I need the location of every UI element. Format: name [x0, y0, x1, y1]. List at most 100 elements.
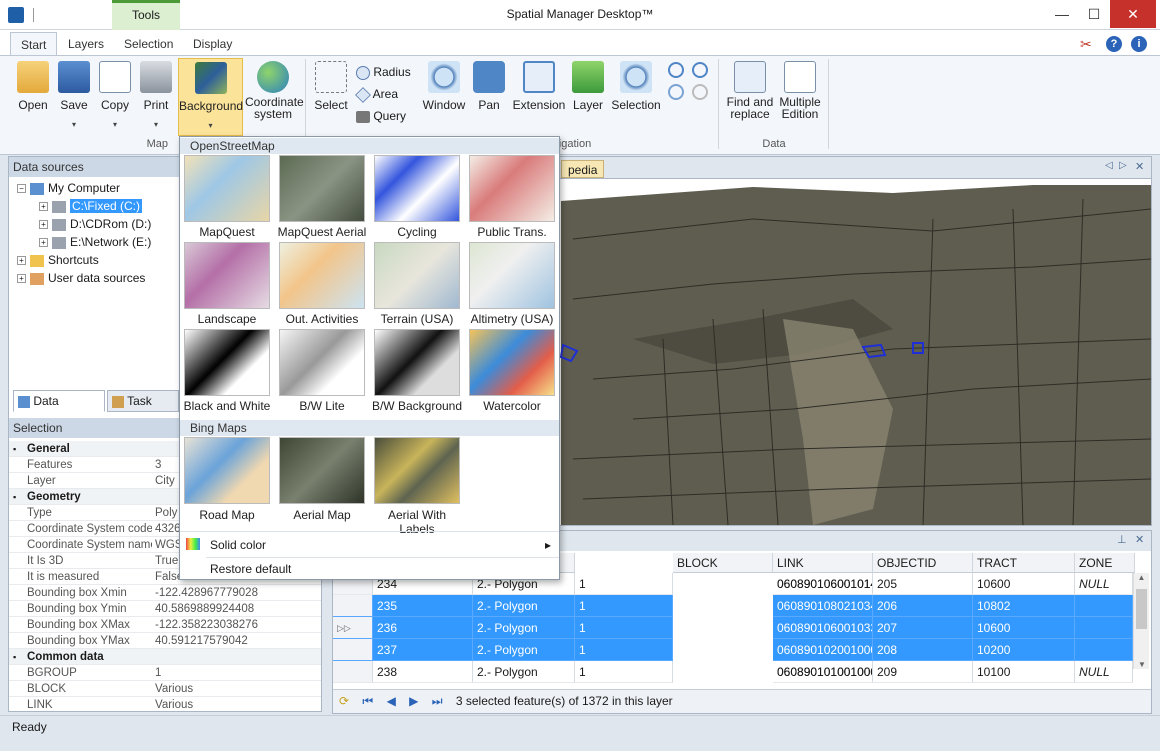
background-option-thumbnail[interactable] [374, 329, 460, 396]
background-option-thumbnail[interactable] [374, 437, 460, 504]
background-option-thumbnail[interactable] [469, 155, 555, 222]
background-option-thumbnail[interactable] [469, 242, 555, 309]
background-option-thumbnail[interactable] [374, 155, 460, 222]
table-row[interactable]: 2352.- Polygon10608901080210342061080206… [333, 595, 1133, 617]
expand-icon[interactable]: + [17, 256, 26, 266]
background-option-thumbnail[interactable] [184, 329, 270, 396]
background-option-thumbnail[interactable] [279, 242, 365, 309]
window-zoom-button[interactable]: Window [422, 61, 466, 112]
background-option-thumbnail[interactable] [279, 437, 365, 504]
find-replace-button[interactable]: Find and replace [724, 61, 776, 120]
vertical-scrollbar[interactable]: ▲ ▼ [1133, 573, 1149, 669]
table-cell: 2.- Polygon [473, 595, 575, 617]
expand-icon[interactable]: + [39, 220, 48, 230]
help-icon[interactable]: ? [1106, 36, 1122, 52]
zoom-in-icon[interactable] [668, 62, 684, 78]
open-button[interactable]: Open [14, 61, 52, 112]
background-label: Background [179, 99, 244, 113]
tree-user-data-sources[interactable]: + User data sources [17, 269, 145, 287]
tab-display[interactable]: Display [183, 32, 242, 56]
tab-scroll-left-icon[interactable]: ◁ [1105, 160, 1113, 171]
collapse-icon[interactable]: − [17, 184, 26, 194]
collapse-icon[interactable]: ▪ [13, 441, 16, 457]
tree-e-drive[interactable]: + E:\Network (E:) [39, 233, 151, 251]
table-cell: 238 [373, 661, 473, 683]
maximize-button[interactable]: ☐ [1078, 0, 1110, 28]
property-row[interactable]: LINK Various [9, 697, 321, 711]
scroll-up-icon[interactable]: ▲ [1134, 573, 1149, 587]
query-button[interactable]: Query [356, 107, 416, 125]
solid-color-item[interactable]: Solid color ▸ [180, 533, 559, 557]
tab-task-manager[interactable]: Task mana [107, 390, 179, 428]
radius-button[interactable]: Radius [356, 63, 416, 81]
property-row[interactable]: BLOCK Various [9, 681, 321, 697]
multiple-edition-button[interactable]: Multiple Edition [778, 61, 822, 120]
expand-icon[interactable]: + [39, 238, 48, 248]
tree-my-computer[interactable]: − My Computer [17, 179, 120, 197]
pan-button[interactable]: Pan [470, 61, 508, 112]
refresh-icon[interactable]: ⟳ [339, 690, 349, 712]
minimize-button[interactable]: — [1046, 0, 1078, 28]
tab-layers[interactable]: Layers [58, 32, 114, 56]
close-button[interactable]: ✕ [1110, 0, 1156, 28]
table-row[interactable]: 2372.- Polygon10608901020010002081020006… [333, 639, 1133, 661]
column-header[interactable]: TRACT [973, 553, 1075, 573]
collapse-icon[interactable]: ▪ [13, 489, 16, 505]
print-button[interactable]: Print ▾ [138, 61, 174, 129]
first-record-icon[interactable]: ⏮ [362, 690, 373, 712]
extension-button[interactable]: Extension [512, 61, 566, 112]
background-option-thumbnail[interactable] [279, 329, 365, 396]
background-option-thumbnail[interactable] [184, 242, 270, 309]
column-header[interactable]: BLOCK [673, 553, 773, 573]
expand-icon[interactable]: + [39, 202, 48, 212]
property-row[interactable]: Bounding box YMax 40.591217579042 [9, 633, 321, 649]
column-header[interactable]: LINK [773, 553, 873, 573]
column-header[interactable]: ZONE [1075, 553, 1135, 573]
property-row[interactable]: BGROUP 1 [9, 665, 321, 681]
zoom-next-icon[interactable] [692, 84, 708, 100]
property-row[interactable]: Bounding box Ymin 40.5869889924408 [9, 601, 321, 617]
selection-zoom-button[interactable]: Selection [610, 61, 662, 112]
expand-icon[interactable]: + [17, 274, 26, 284]
property-row[interactable]: Bounding box XMax -122.358223038276 [9, 617, 321, 633]
tree-c-drive[interactable]: + C:\Fixed (C:) [39, 197, 143, 215]
layer-zoom-button[interactable]: Layer [570, 61, 606, 112]
column-header[interactable]: OBJECTID [873, 553, 973, 573]
table-cell: NULL [1075, 661, 1133, 683]
scroll-thumb[interactable] [1136, 589, 1147, 629]
tab-data-sources[interactable]: Data sources [13, 390, 105, 428]
table-row[interactable]: 238 2.- Polygon 1 060890101001000 209 10100 NU… [333, 661, 1133, 683]
save-button[interactable]: Save ▾ [56, 61, 92, 129]
table-row[interactable]: ▷▷2362.- Polygon1 06089010600103320710600… [333, 617, 1133, 639]
info-icon[interactable]: i [1131, 36, 1147, 52]
tools-icon[interactable]: ✂ [1080, 36, 1098, 52]
tree-shortcuts[interactable]: + Shortcuts [17, 251, 99, 269]
previous-record-icon[interactable]: ◀ [387, 690, 396, 712]
property-row[interactable]: Bounding box Xmin -122.428967779028 [9, 585, 321, 601]
property-category[interactable]: ▪ Common data [9, 649, 321, 665]
coordinate-system-button[interactable]: Coordinate system [245, 61, 304, 120]
background-button[interactable]: Background ▾ [178, 58, 243, 136]
collapse-icon[interactable]: ▪ [13, 649, 16, 665]
background-option-thumbnail[interactable] [374, 242, 460, 309]
background-option-thumbnail[interactable] [279, 155, 365, 222]
tab-scroll-right-icon[interactable]: ▷ [1119, 160, 1127, 171]
close-tab-icon[interactable]: ✕ [1135, 160, 1144, 173]
tree-d-drive[interactable]: + D:\CDRom (D:) [39, 215, 151, 233]
background-option-thumbnail[interactable] [469, 329, 555, 396]
map-tab[interactable]: pedia [561, 160, 605, 178]
zoom-out-icon[interactable] [692, 62, 708, 78]
zoom-previous-icon[interactable] [668, 84, 684, 100]
tab-start[interactable]: Start [10, 32, 58, 56]
copy-button[interactable]: Copy ▾ [97, 61, 133, 129]
last-record-icon[interactable]: ⏭ [432, 690, 443, 712]
tab-selection[interactable]: Selection [114, 32, 183, 56]
select-button[interactable]: Select [311, 61, 351, 112]
area-button[interactable]: Area [355, 85, 416, 103]
table-cell: 10802 [973, 595, 1075, 617]
background-option-thumbnail[interactable] [184, 155, 270, 222]
restore-default-item[interactable]: Restore default [180, 557, 559, 581]
next-record-icon[interactable]: ▶ [409, 690, 418, 712]
scroll-down-icon[interactable]: ▼ [1134, 660, 1150, 669]
background-option-thumbnail[interactable] [184, 437, 270, 504]
